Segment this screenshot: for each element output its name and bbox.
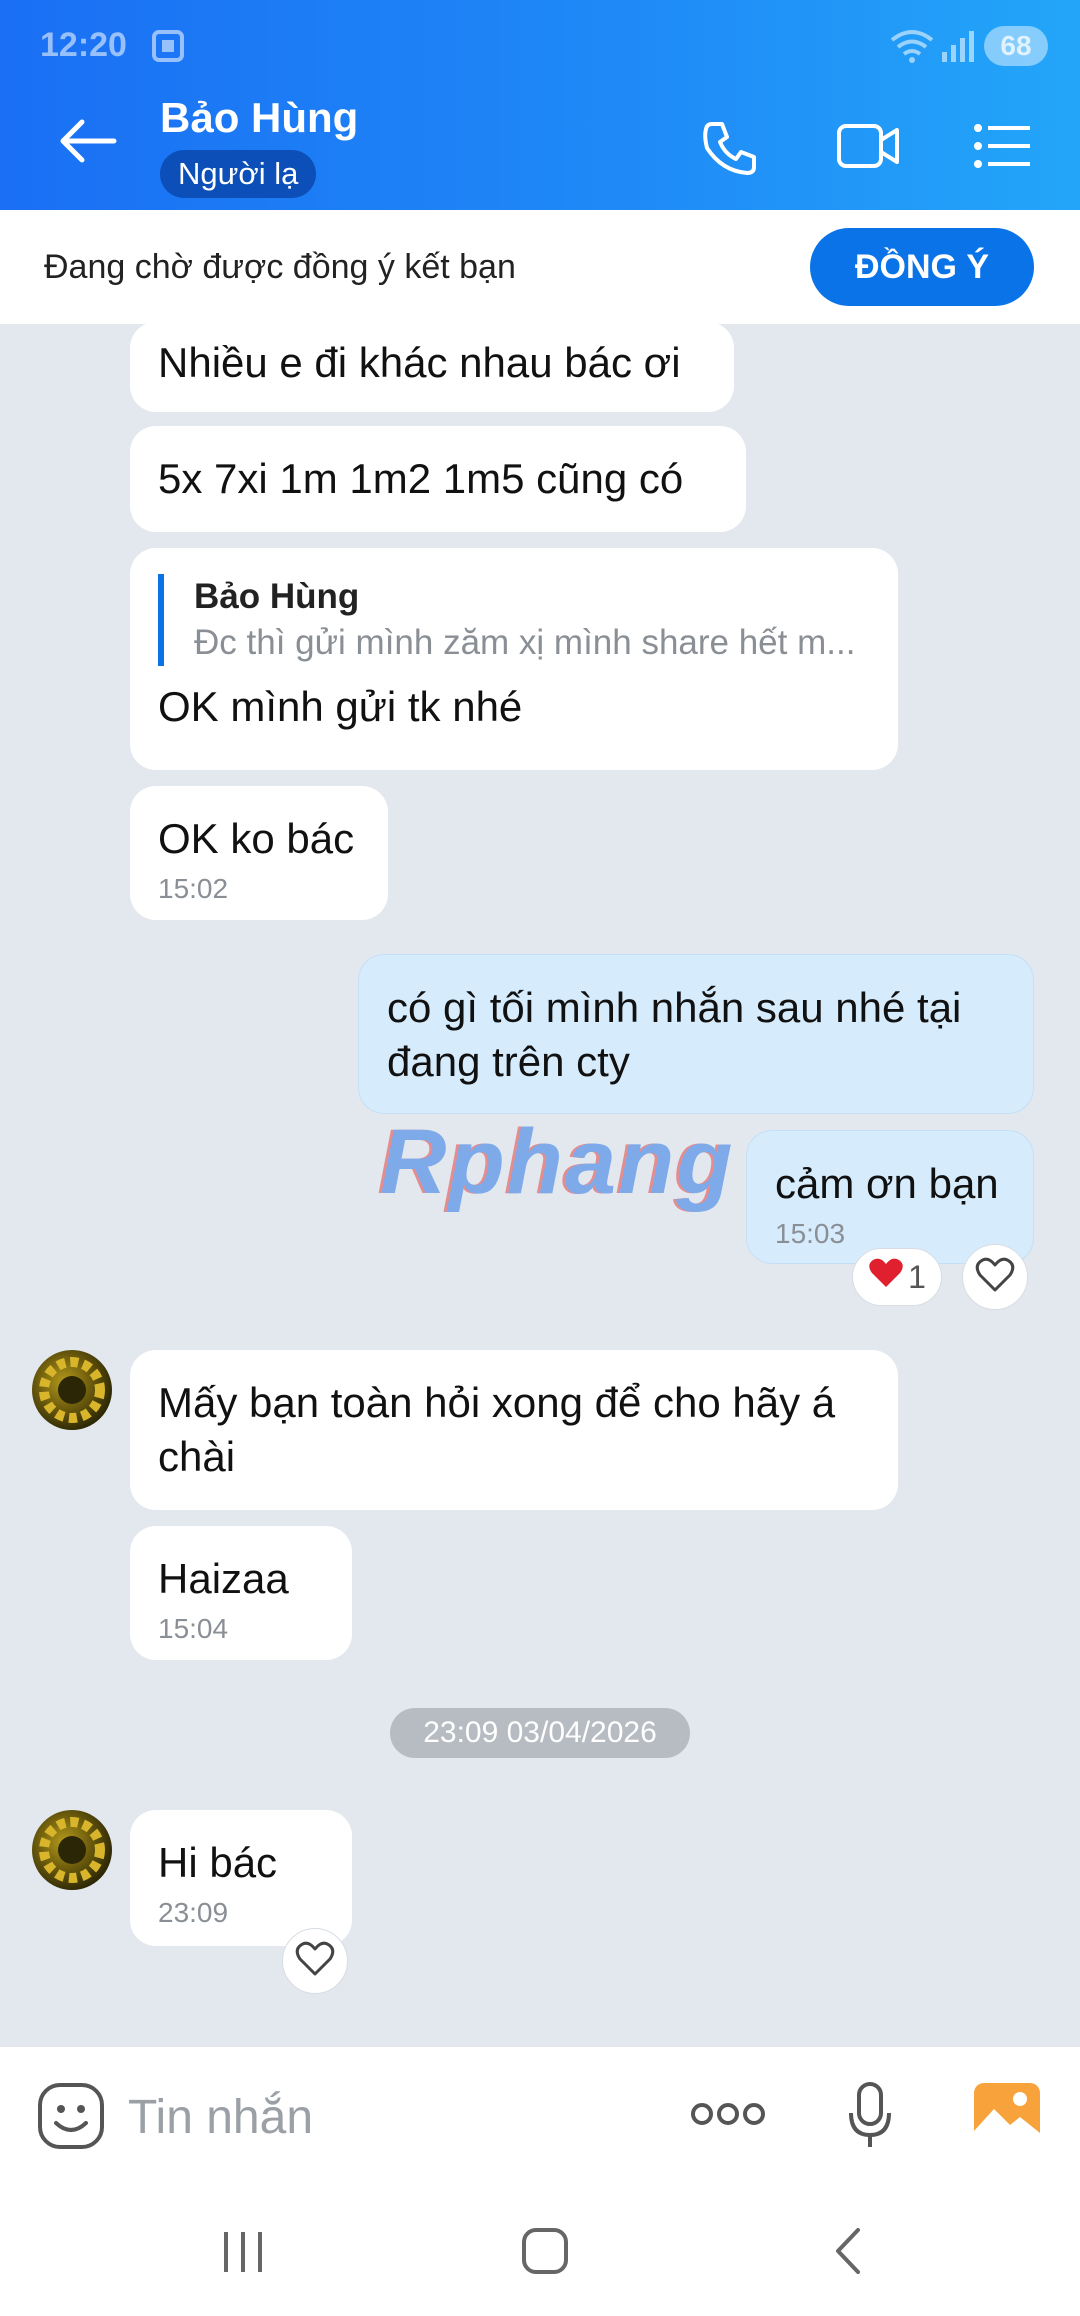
date-separator: 23:09 03/04/2026 — [390, 1708, 690, 1758]
status-time: 12:20 — [40, 26, 127, 64]
accept-friend-button[interactable]: ĐỒNG Ý — [810, 228, 1034, 306]
message-bubble[interactable]: Nhiều e đi khác nhau bác ơi — [130, 322, 734, 412]
message-text: Haizaa — [158, 1555, 289, 1602]
screenshot-icon — [150, 28, 186, 69]
red-heart-icon — [868, 1257, 904, 1297]
video-call-icon[interactable] — [836, 118, 900, 179]
message-text: Hi bác — [158, 1839, 278, 1886]
message-bubble[interactable]: 5x 7xi 1m 1m2 1m5 cũng có — [130, 426, 746, 532]
react-heart-button[interactable] — [962, 1244, 1028, 1310]
back-nav-icon[interactable] — [824, 2226, 874, 2281]
message-bubble[interactable]: Mấy bạn toàn hỏi xong để cho hãy á chài — [130, 1350, 898, 1510]
signal-icon — [940, 28, 976, 69]
image-gallery-icon[interactable] — [972, 2081, 1042, 2150]
my-message-bubble[interactable]: có gì tối mình nhắn sau nhé tại đang trê… — [358, 954, 1034, 1114]
reaction-count[interactable]: 1 — [852, 1248, 942, 1306]
reaction-number: 1 — [908, 1258, 926, 1295]
menu-list-icon[interactable] — [972, 118, 1032, 179]
message-input[interactable] — [128, 2087, 628, 2147]
friend-request-bar: Đang chờ được đồng ý kết bạn ĐỒNG Ý — [0, 210, 1080, 324]
phone-call-icon[interactable] — [700, 118, 760, 183]
message-time: 23:09 — [158, 1897, 229, 1928]
message-text: Mấy bạn toàn hỏi xong để cho hãy á chài — [158, 1379, 836, 1480]
message-time: 15:04 — [158, 1613, 229, 1644]
message-text: OK mình gửi tk nhé — [158, 683, 523, 730]
heart-outline-icon — [295, 1941, 335, 1982]
message-bubble[interactable]: Hi bác 23:09 — [130, 1810, 352, 1946]
message-text: Nhiều e đi khác nhau bác ơi — [158, 339, 681, 386]
wifi-icon — [890, 28, 934, 69]
home-icon[interactable] — [520, 2226, 570, 2281]
quoted-message[interactable]: Bảo Hùng Đc thì gửi mình zăm xị mình sha… — [158, 574, 870, 666]
more-options-icon[interactable] — [690, 2099, 766, 2134]
message-text: 5x 7xi 1m 1m2 1m5 cũng có — [158, 455, 684, 502]
message-bubble[interactable]: Haizaa 15:04 — [130, 1526, 352, 1660]
sender-avatar[interactable] — [32, 1350, 112, 1430]
quoted-text: Đc thì gửi mình zăm xị mình share hết m.… — [194, 623, 856, 662]
message-bubble[interactable]: OK ko bác 15:02 — [130, 786, 388, 920]
chat-header: 12:20 68 Bảo Hùng Người lạ — [0, 0, 1080, 210]
reply-message-bubble[interactable]: Bảo Hùng Đc thì gửi mình zăm xị mình sha… — [130, 548, 898, 770]
react-heart-button[interactable] — [282, 1928, 348, 1994]
back-arrow-icon[interactable] — [58, 116, 118, 166]
sender-avatar[interactable] — [32, 1810, 112, 1890]
system-navigation-bar — [0, 2186, 1080, 2316]
message-time: 15:03 — [775, 1218, 846, 1249]
sticker-emoji-icon[interactable] — [36, 2081, 106, 2156]
battery-indicator: 68 — [984, 26, 1048, 66]
message-text: OK ko bác — [158, 815, 355, 862]
recent-apps-icon[interactable] — [218, 2226, 268, 2281]
quoted-sender: Bảo Hùng — [194, 577, 360, 616]
message-text: cảm ơn bạn — [775, 1160, 999, 1207]
microphone-icon[interactable] — [846, 2081, 894, 2156]
message-composer — [0, 2046, 1080, 2186]
stranger-badge: Người lạ — [160, 150, 317, 198]
heart-outline-icon — [975, 1257, 1015, 1298]
pending-friend-text: Đang chờ được đồng ý kết bạn — [44, 248, 516, 286]
watermark-logo: Rphang — [380, 1111, 735, 1213]
status-bar: 12:20 68 — [0, 0, 1080, 90]
message-time: 15:02 — [158, 873, 229, 904]
contact-name[interactable]: Bảo Hùng — [160, 94, 358, 142]
message-text: có gì tối mình nhắn sau nhé tại đang trê… — [387, 984, 962, 1085]
